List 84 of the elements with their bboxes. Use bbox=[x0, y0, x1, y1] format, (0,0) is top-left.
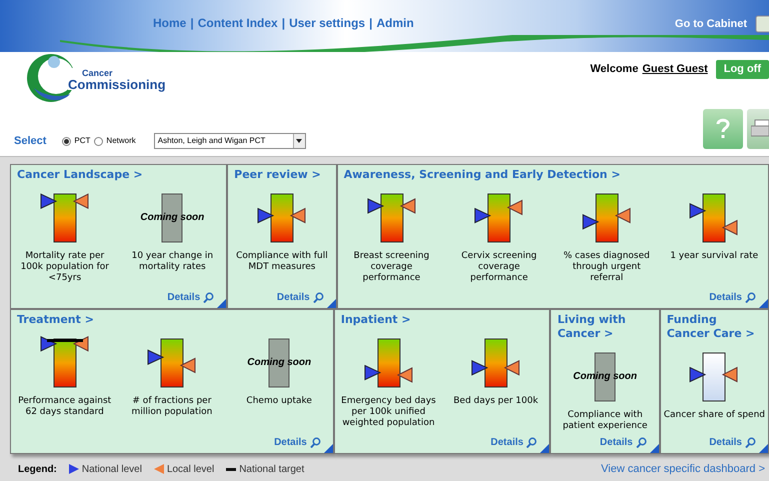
nav-link[interactable]: User settings bbox=[289, 14, 366, 32]
nav-separator: | bbox=[282, 15, 286, 32]
question-mark-icon bbox=[716, 118, 730, 140]
cabinet-link[interactable]: Go to Cabinet bbox=[674, 16, 747, 32]
cabinet-icon[interactable] bbox=[755, 15, 769, 33]
legend-text: National level bbox=[82, 462, 142, 477]
search-icon bbox=[636, 437, 647, 448]
corner-triangle-icon bbox=[650, 444, 659, 453]
gauge-label: Emergency bed days per 100k unified weighted population bbox=[340, 396, 437, 429]
panel-title-link[interactable]: Funding Cancer Care > bbox=[660, 310, 768, 341]
dashboard-link[interactable]: View cancer specific dashboard > bbox=[601, 461, 765, 478]
select-label: Select bbox=[14, 134, 46, 149]
panel-title-link[interactable]: Cancer Landscape > bbox=[11, 165, 226, 182]
local-marker-icon bbox=[154, 464, 164, 474]
details-link[interactable]: Details bbox=[709, 290, 742, 305]
nav-link[interactable]: Admin bbox=[376, 14, 414, 32]
gauge-bar bbox=[488, 194, 511, 242]
log-off-button[interactable]: Log off bbox=[716, 60, 769, 78]
gauge-label: Performance against 62 days standard bbox=[17, 396, 112, 418]
gauge-bar bbox=[53, 338, 76, 388]
logo-text: Cancer bbox=[82, 68, 114, 79]
gauge-bar bbox=[702, 194, 726, 242]
nav-link[interactable]: Home bbox=[153, 14, 186, 32]
panel-title-link[interactable]: Peer review > bbox=[228, 165, 336, 182]
gauge-label: Breast screening coverage performance bbox=[352, 251, 430, 284]
gauge-bar bbox=[484, 338, 508, 388]
search-icon bbox=[745, 437, 756, 448]
gauge-label: Compliance with patient experience bbox=[562, 410, 648, 432]
gauge-label: Cancer share of spend bbox=[662, 410, 766, 421]
gauge-bar bbox=[270, 194, 294, 242]
nav-separator: | bbox=[190, 15, 194, 32]
panel-title-link[interactable]: Living with Cancer > bbox=[551, 310, 659, 341]
gauge-label: Mortality rate per 100k population for <75yrs bbox=[20, 251, 110, 284]
radio-button[interactable] bbox=[94, 136, 104, 146]
radio-button[interactable] bbox=[62, 136, 72, 146]
corner-triangle-icon bbox=[324, 444, 333, 453]
legend-label: Legend: bbox=[18, 462, 57, 477]
nav-link[interactable]: Content Index bbox=[198, 14, 278, 32]
corner-triangle-icon bbox=[759, 444, 768, 453]
details-link[interactable]: Details bbox=[490, 435, 524, 450]
details-link[interactable]: Details bbox=[709, 435, 742, 450]
gauge-bar bbox=[380, 194, 403, 242]
pct-dropdown[interactable]: Ashton, Leigh and Wigan PCT bbox=[154, 133, 306, 149]
nav-separator: | bbox=[369, 15, 372, 32]
search-icon bbox=[203, 292, 214, 303]
radio-label: PCT bbox=[74, 135, 90, 147]
help-button[interactable] bbox=[703, 109, 743, 149]
gauge-bar bbox=[160, 338, 184, 388]
panel-title-link[interactable]: Awareness, Screening and Early Detection > bbox=[338, 165, 768, 182]
corner-triangle-icon bbox=[326, 299, 336, 308]
gauge-bar bbox=[53, 194, 76, 242]
radio-label: Network bbox=[106, 135, 136, 147]
dropdown-arrow-icon bbox=[296, 139, 302, 143]
gauge-bar bbox=[595, 194, 618, 242]
gauge-bar bbox=[702, 352, 726, 402]
gauge-label: 1 year survival rate bbox=[669, 251, 760, 262]
details-link[interactable]: Details bbox=[167, 290, 200, 305]
search-icon bbox=[745, 292, 756, 303]
national-marker-icon bbox=[68, 464, 79, 474]
print-button[interactable] bbox=[747, 109, 769, 149]
gauge-bar bbox=[377, 338, 400, 388]
gauge-label: 10 year change in mortality rates bbox=[130, 251, 214, 273]
search-icon bbox=[526, 437, 538, 448]
details-link[interactable]: Details bbox=[600, 435, 633, 450]
user-name-link[interactable]: Guest Guest bbox=[642, 61, 708, 78]
welcome-text: Welcome bbox=[590, 62, 638, 77]
corner-triangle-icon bbox=[759, 299, 768, 308]
corner-triangle-icon bbox=[217, 299, 226, 308]
gauge-label: # of fractions per million population bbox=[130, 396, 214, 418]
logo-text: Commissioning bbox=[68, 79, 166, 90]
gauge-label: Chemo uptake bbox=[245, 396, 313, 407]
panel-title-link[interactable]: Inpatient > bbox=[334, 310, 550, 327]
search-icon bbox=[310, 437, 321, 448]
details-link[interactable]: Details bbox=[276, 290, 310, 305]
details-link[interactable]: Details bbox=[274, 435, 307, 450]
legend-text: National target bbox=[239, 462, 304, 477]
panel-title-link[interactable]: Treatment > bbox=[11, 310, 333, 327]
gauge-label: Compliance with full MDT measures bbox=[235, 251, 329, 273]
gauge-label: Cervix screening coverage performance bbox=[460, 251, 538, 284]
legend-text: Local level bbox=[166, 462, 214, 477]
corner-triangle-icon bbox=[540, 444, 550, 453]
search-icon bbox=[312, 292, 324, 303]
gauge-label: Bed days per 100k bbox=[452, 396, 540, 407]
gauge-label: % cases diagnosed through urgent referral bbox=[562, 251, 651, 284]
